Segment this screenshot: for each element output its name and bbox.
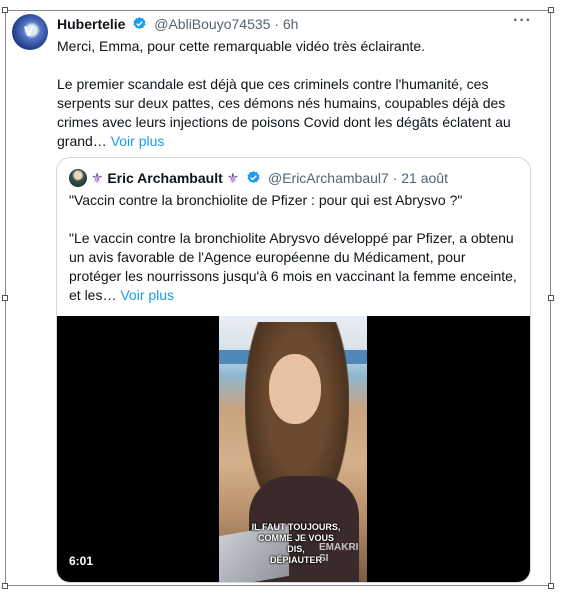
tweet-paragraph-2: Le premier scandale est déjà que ces cri… [57,75,527,151]
resize-handle-top-right[interactable] [548,7,554,13]
avatar[interactable]: V [12,14,48,50]
caption-line-4: DÉPIAUTER [269,555,322,565]
separator-dot: · [392,170,398,186]
video-player[interactable]: EMAKRI SI IL FAUT TOUJOURS, COMME JE VOU… [57,316,530,582]
resize-handle-right[interactable] [548,295,554,301]
see-more-link[interactable]: Voir plus [111,133,165,149]
quote-author-handle[interactable]: @EricArchambaul7 [268,170,389,186]
separator-dot: · [274,16,279,32]
resize-handle-bottom-left[interactable] [2,583,8,589]
quote-header: ⚜ Eric Archambault ⚜ @EricArchambaul7 · … [69,169,448,187]
author-handle[interactable]: @AbliBouyo74535 [154,16,270,32]
quote-see-more-link[interactable]: Voir plus [120,287,174,303]
resize-handle-top-left[interactable] [2,7,8,13]
video-person-face [269,354,321,424]
quote-author-name[interactable]: Eric Archambault [107,170,222,186]
fleur-de-lis-icon: ⚜ [90,170,104,186]
quote-text: "Vaccin contre la bronchiolite de Pfizer… [69,191,521,305]
caption-line-3: DIS, [287,544,305,554]
video-frame: EMAKRI SI IL FAUT TOUJOURS, COMME JE VOU… [219,316,367,582]
video-duration: 6:01 [69,554,94,568]
verified-badge-icon [133,16,146,30]
resize-handle-bottom-right[interactable] [548,583,554,589]
caption-line-2: COMME JE VOUS [257,533,334,543]
quoted-tweet[interactable]: ⚜ Eric Archambault ⚜ @EricArchambaul7 · … [56,157,531,583]
quote-paragraph: "Le vaccin contre la bronchiolite Abrysv… [69,229,521,305]
tweet-paragraph-1: Merci, Emma, pour cette remarquable vidé… [57,38,426,54]
caption-line-1: IL FAUT TOUJOURS, [251,522,341,532]
quote-avatar [69,169,87,187]
author-name[interactable]: Hubertelie [57,16,125,32]
resize-handle-left[interactable] [2,295,8,301]
tweet-time[interactable]: 6h [283,16,299,32]
verified-badge-icon [247,170,260,184]
more-options-icon[interactable]: ··· [513,12,532,30]
video-caption: IL FAUT TOUJOURS, COMME JE VOUS DIS, DÉP… [241,522,351,566]
quote-line-1: "Vaccin contre la bronchiolite de Pfizer… [69,192,463,208]
tweet-text: Merci, Emma, pour cette remarquable vidé… [57,37,527,151]
quote-time[interactable]: 21 août [401,170,448,186]
fleur-de-lis-icon: ⚜ [226,170,240,186]
tweet-header: Hubertelie @AbliBouyo74535 · 6h [57,16,298,32]
